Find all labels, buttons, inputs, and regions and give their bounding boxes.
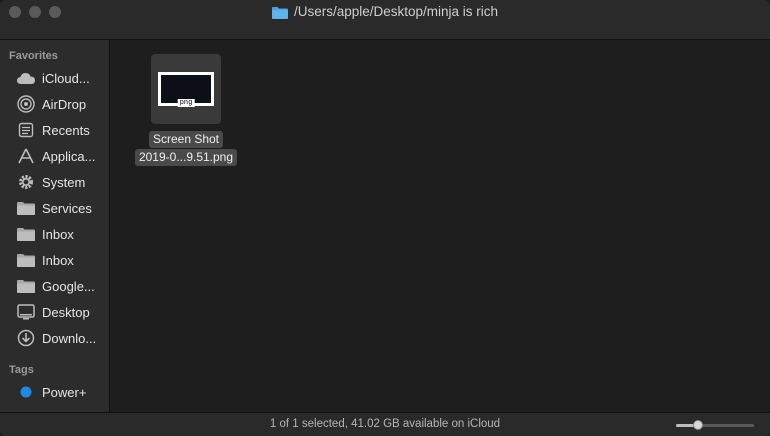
- status-bar: 1 of 1 selected, 41.02 GB available on i…: [0, 412, 770, 436]
- window-title: /Users/apple/Desktop/minja is rich: [0, 4, 770, 19]
- gear-icon: [16, 173, 36, 191]
- applications-icon: [16, 147, 36, 165]
- file-name[interactable]: Screen Shot 2019-0...9.51.png: [121, 130, 251, 166]
- icon-size-slider[interactable]: [676, 420, 754, 430]
- recents-icon: [16, 121, 36, 139]
- favorites-header: Favorites: [9, 50, 58, 62]
- sidebar-item-label: Inbox: [42, 252, 74, 268]
- file-item[interactable]: png Screen Shot 2019-0...9.51.png: [121, 54, 241, 166]
- sidebar-item-label: System: [42, 174, 86, 190]
- tags-header: Tags: [9, 364, 34, 376]
- folder-icon: [16, 225, 36, 243]
- cloud-icon: [16, 69, 36, 87]
- file-browser[interactable]: png Screen Shot 2019-0...9.51.png: [111, 40, 770, 412]
- sidebar-item-label: Downlo...: [42, 330, 97, 346]
- file-type-badge: png: [177, 99, 195, 107]
- sidebar-item-system[interactable]: System: [0, 170, 110, 194]
- sidebar-item-icloud[interactable]: iCloud...: [0, 66, 110, 90]
- sidebar-item-applications[interactable]: Applica...: [0, 144, 110, 168]
- airdrop-icon: [16, 95, 36, 113]
- sidebar-tag-power[interactable]: Power+: [0, 380, 110, 404]
- sidebar-item-label: Services: [42, 200, 92, 216]
- title-bar[interactable]: /Users/apple/Desktop/minja is rich: [0, 0, 770, 40]
- sidebar-item-label: AirDrop: [42, 96, 87, 112]
- sidebar: Favorites iCloud... AirDrop Recents Appl…: [0, 40, 110, 412]
- folder-icon: [271, 6, 288, 19]
- sidebar-item-label: Inbox: [42, 226, 74, 242]
- sidebar-item-services[interactable]: Services: [0, 196, 110, 220]
- sidebar-item-airdrop[interactable]: AirDrop: [0, 92, 110, 116]
- status-text: 1 of 1 selected, 41.02 GB available on i…: [269, 418, 501, 430]
- desktop-icon: [16, 303, 36, 321]
- sidebar-item-recents[interactable]: Recents: [0, 118, 110, 142]
- sidebar-item-label: Applica...: [42, 148, 96, 164]
- file-thumbnail: png: [158, 72, 214, 107]
- sidebar-item-label: iCloud...: [42, 70, 90, 86]
- folder-icon: [16, 251, 36, 269]
- downloads-icon: [16, 329, 36, 347]
- folder-icon: [16, 277, 36, 295]
- sidebar-item-downloads[interactable]: Downlo...: [0, 326, 110, 350]
- sidebar-item-label: Google...: [42, 278, 95, 294]
- slider-thumb[interactable]: [693, 420, 703, 430]
- file-name-line2: 2019-0...9.51.png: [134, 149, 238, 166]
- window-title-text: /Users/apple/Desktop/minja is rich: [293, 4, 499, 19]
- sidebar-tag-label: Power+: [42, 384, 87, 400]
- sidebar-item-inbox-2[interactable]: Inbox: [0, 248, 110, 272]
- sidebar-item-desktop[interactable]: Desktop: [0, 300, 110, 324]
- file-thumbnail-selection[interactable]: png: [151, 54, 221, 124]
- tag-dot-icon: [16, 383, 36, 401]
- file-name-line1: Screen Shot: [148, 131, 224, 148]
- folder-icon: [16, 199, 36, 217]
- sidebar-item-google[interactable]: Google...: [0, 274, 110, 298]
- sidebar-item-label: Desktop: [42, 304, 90, 320]
- sidebar-item-inbox[interactable]: Inbox: [0, 222, 110, 246]
- sidebar-item-label: Recents: [42, 122, 90, 138]
- finder-window: /Users/apple/Desktop/minja is rich Favor…: [0, 0, 770, 436]
